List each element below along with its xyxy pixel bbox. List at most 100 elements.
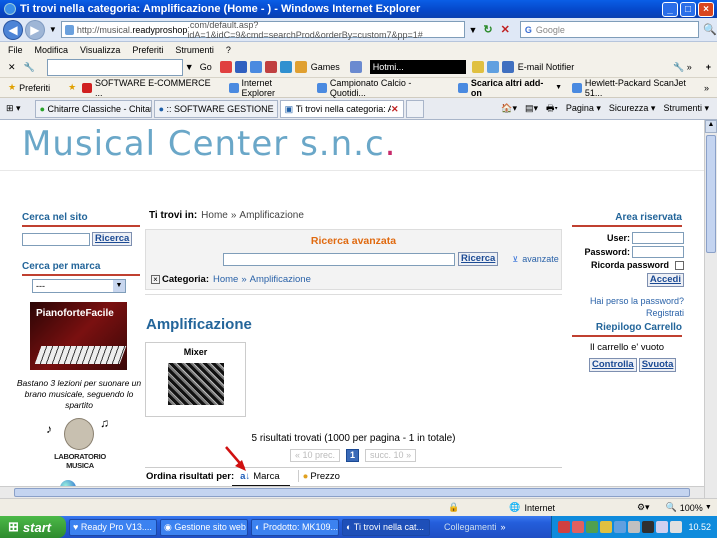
tray-icon[interactable]: [642, 521, 655, 533]
more-favorites-icon[interactable]: »: [704, 83, 709, 93]
collegamenti-toolbar[interactable]: Collegamenti: [444, 522, 497, 532]
menu-file[interactable]: File: [8, 45, 23, 55]
site-search-button[interactable]: Ricerca: [92, 232, 133, 246]
tab-close-icon[interactable]: ✕: [391, 101, 399, 117]
close-toolbar-icon[interactable]: ✕: [8, 62, 16, 73]
protected-mode-icon[interactable]: ⚙▾: [637, 502, 650, 513]
new-tab-button[interactable]: [405, 99, 424, 118]
menu-modifica[interactable]: Modifica: [35, 45, 69, 55]
tool-icon[interactable]: 🔧: [24, 62, 35, 73]
taskbar-ti-trovi[interactable]: ◐ Ti trovi nella cat...: [342, 518, 430, 536]
tray-icon[interactable]: [572, 521, 585, 533]
weather-icon[interactable]: [279, 61, 292, 73]
brand-select[interactable]: --- ▼: [32, 279, 126, 293]
password-input[interactable]: [632, 246, 684, 258]
toolbar-options-icon[interactable]: 🔧 »: [673, 62, 692, 73]
go-button[interactable]: Go: [200, 62, 212, 72]
forgot-password-link[interactable]: Hai perso la password?: [590, 296, 684, 306]
breadcrumb-category[interactable]: Amplificazione: [239, 210, 303, 221]
favorite-link-3[interactable]: Campionato Calcio - Quotidi...: [330, 78, 448, 98]
add-icon[interactable]: +: [706, 62, 711, 72]
forward-button[interactable]: ▶: [24, 19, 45, 40]
favorite-link-4[interactable]: Scarica altri add-on: [471, 78, 553, 98]
toolbar-dropdown-icon[interactable]: ▼: [185, 62, 194, 72]
promo-banner[interactable]: PianoforteFacile: [30, 302, 127, 370]
horizontal-scrollbar[interactable]: [0, 486, 704, 498]
scroll-thumb[interactable]: [706, 135, 716, 253]
tray-icon[interactable]: [656, 521, 669, 533]
notes-icon[interactable]: [471, 61, 484, 73]
add-favorite-icon[interactable]: ★: [68, 82, 76, 93]
site-search-input[interactable]: [22, 232, 90, 246]
tray-icon[interactable]: [614, 521, 627, 533]
maximize-button[interactable]: □: [680, 1, 696, 17]
chevron-down-icon[interactable]: ▼: [705, 504, 712, 511]
email-notifier-button[interactable]: E-mail Notifier: [518, 62, 575, 72]
search-box[interactable]: G Google: [519, 21, 700, 38]
tray-icon[interactable]: [558, 521, 571, 533]
chevron-down-icon[interactable]: ▼: [555, 84, 562, 91]
toolbar-search-input[interactable]: [46, 58, 183, 76]
category-amplificazione-link[interactable]: Amplificazione: [250, 274, 311, 285]
zoom-level[interactable]: 100%: [680, 503, 703, 513]
remember-checkbox[interactable]: [675, 260, 684, 270]
advanced-search-input[interactable]: [223, 252, 455, 266]
refresh-icon[interactable]: ↻: [483, 23, 492, 36]
taskbar-ready-pro[interactable]: ♥ Ready Pro V13....: [69, 518, 157, 536]
page-1-button[interactable]: 1: [346, 449, 360, 462]
games-icon[interactable]: [294, 61, 307, 73]
minimize-button[interactable]: _: [662, 1, 678, 17]
menu-strumenti[interactable]: Strumenti: [175, 45, 214, 55]
close-button[interactable]: ×: [698, 1, 714, 17]
collapse-icon[interactable]: ×: [151, 275, 160, 284]
prev-page-button[interactable]: « 10 prec.: [290, 449, 341, 462]
url-field[interactable]: http://musical. readyproshop .com/default.…: [60, 20, 465, 40]
product-card[interactable]: Mixer: [145, 342, 246, 417]
favorite-link-5[interactable]: Hewlett-Packard ScanJet 51...: [585, 78, 704, 98]
favorites-star-icon[interactable]: ★: [8, 82, 16, 93]
mail-icon[interactable]: [349, 61, 362, 73]
mixer-image[interactable]: [167, 363, 224, 405]
tray-icon[interactable]: [600, 521, 613, 533]
scroll-up-icon[interactable]: ▲: [705, 120, 717, 133]
taskbar-prodotto[interactable]: ◐ Prodotto: MK109...: [251, 518, 339, 536]
register-link[interactable]: Registrati: [646, 308, 684, 318]
menu-pagina[interactable]: Pagina ▾: [566, 103, 601, 114]
advanced-search-button[interactable]: Ricerca: [458, 252, 499, 266]
url-dropdown-icon[interactable]: ▼: [469, 25, 478, 35]
favorites-label[interactable]: Preferiti: [19, 83, 50, 93]
login-button[interactable]: Accedi: [646, 273, 684, 287]
history-dropdown-icon[interactable]: ▼: [49, 25, 57, 34]
menu-help[interactable]: ?: [226, 45, 231, 55]
tray-icon[interactable]: [586, 521, 599, 533]
taskbar-gestione-sito[interactable]: ◉ Gestione sito web: [160, 518, 248, 536]
menu-preferiti[interactable]: Preferiti: [132, 45, 163, 55]
hotmail-widget[interactable]: Hotmi...: [369, 60, 466, 74]
facebook-icon[interactable]: [234, 61, 247, 73]
sort-by-price[interactable]: Prezzo: [310, 471, 340, 482]
expand-icon[interactable]: ⊻: [512, 255, 518, 264]
home-icon[interactable]: 🏠▾: [501, 103, 517, 114]
tray-icon[interactable]: [628, 521, 641, 533]
games-button[interactable]: Games: [311, 62, 340, 72]
menu-strumenti-cmd[interactable]: Strumenti ▾: [663, 103, 709, 114]
youtube-icon[interactable]: [264, 61, 277, 73]
scroll-thumb-h[interactable]: [14, 488, 690, 497]
tab-chitarre[interactable]: ● Chitarre Classiche - Chitarre ...: [34, 99, 152, 118]
username-input[interactable]: [632, 232, 684, 244]
favorite-link-1[interactable]: SOFTWARE E-COMMERCE ...: [95, 78, 219, 98]
myspace-icon[interactable]: [249, 61, 262, 73]
zoom-icon[interactable]: 🔍: [666, 502, 677, 513]
site-logo[interactable]: Musical Center s.n.c.: [22, 124, 396, 164]
favorite-link-2[interactable]: Internet Explorer: [242, 78, 307, 98]
feeds-icon[interactable]: ▤▾: [525, 103, 538, 114]
sort-by-brand[interactable]: Marca: [253, 471, 279, 482]
chat-icon[interactable]: [486, 61, 499, 73]
cart-check-button[interactable]: Controlla: [589, 358, 637, 372]
vertical-scrollbar[interactable]: ▲: [704, 120, 717, 498]
volume-icon[interactable]: [670, 521, 683, 533]
stop-icon[interactable]: ✕: [501, 23, 510, 36]
product-name[interactable]: Mixer: [146, 347, 245, 357]
next-page-button[interactable]: succ. 10 »: [365, 449, 417, 462]
gmail-icon[interactable]: [219, 61, 232, 73]
